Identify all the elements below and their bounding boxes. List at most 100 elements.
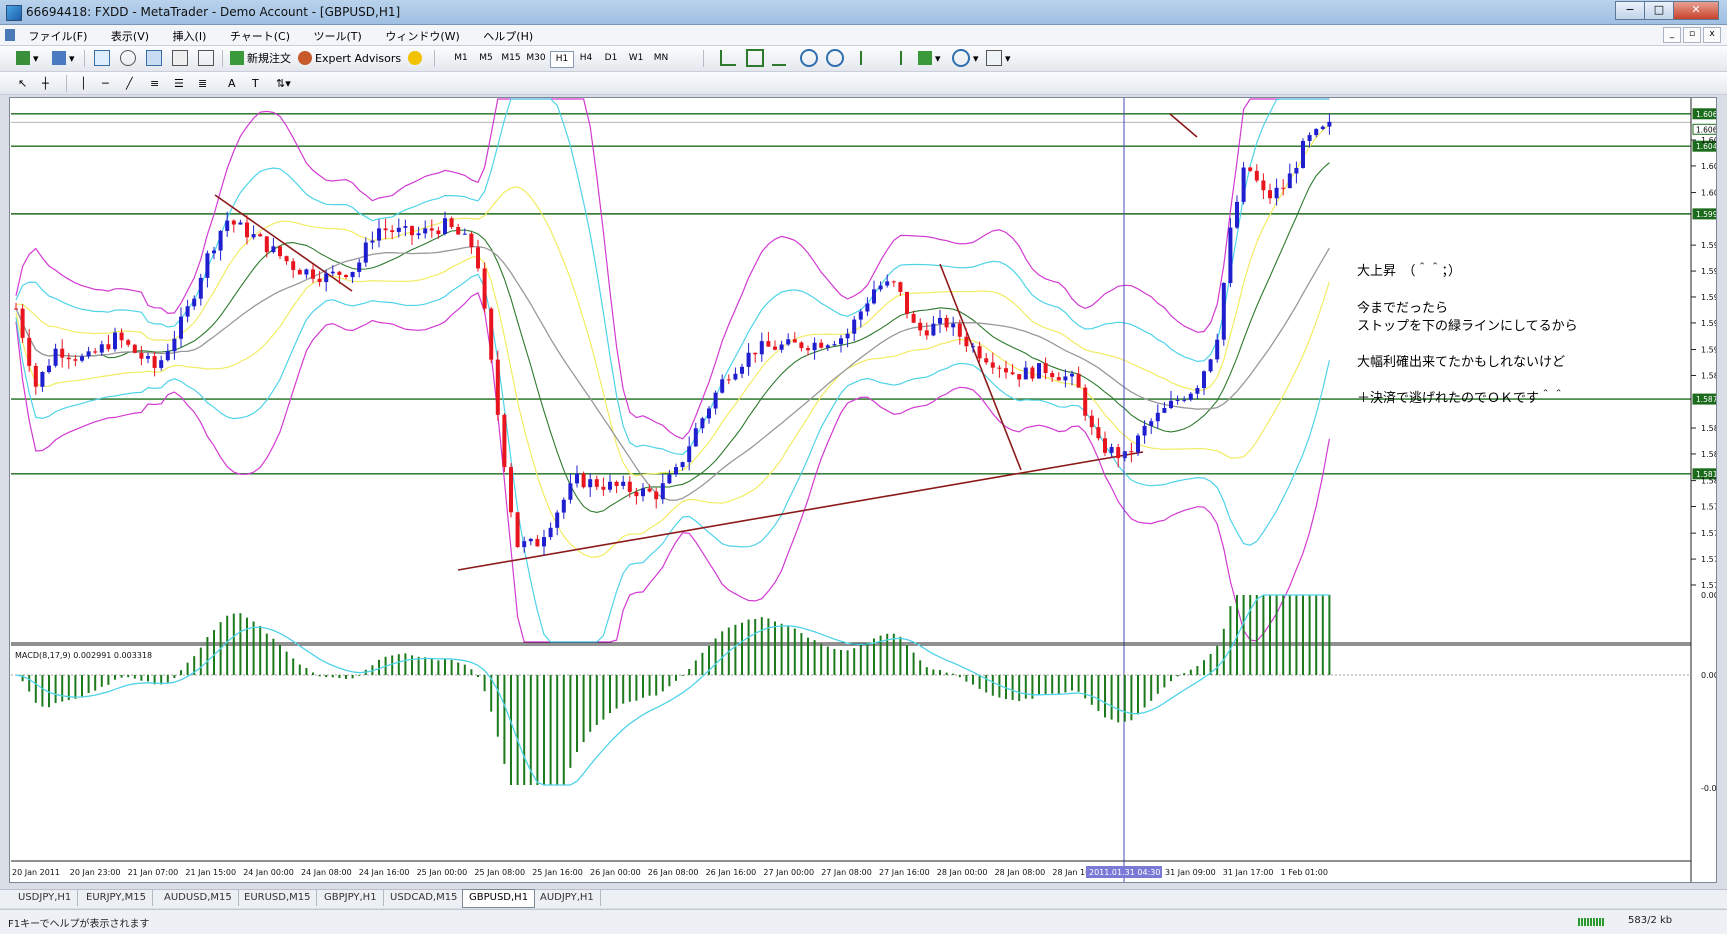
candle-body <box>865 303 870 312</box>
text-label-tool[interactable]: T <box>252 74 259 92</box>
fibonacci-fan-tool[interactable]: ≣ <box>198 74 207 92</box>
crosshair-icon <box>120 50 136 66</box>
tab-audjpy-h1[interactable]: AUDJPY,H1 <box>534 890 601 906</box>
candle-body <box>1314 129 1319 136</box>
tab-usdjpy-h1[interactable]: USDJPY,H1 <box>12 890 79 906</box>
market-watch-icon <box>94 50 110 66</box>
candle-body <box>951 323 956 328</box>
profiles-button[interactable]: ▾ <box>52 49 75 67</box>
candle-body <box>522 541 527 548</box>
time-axis-label: 31 Jan 17:00 <box>1223 868 1274 877</box>
standard-toolbar: ▾ ▾ 新規注文 Expert Advisors M1 M5 M15 M30 H… <box>0 46 1727 72</box>
annotation-line-2: 今までだったら <box>1357 300 1448 316</box>
candle-body <box>1202 371 1206 389</box>
zoom-out-button[interactable] <box>826 49 847 67</box>
candle-body <box>773 346 777 350</box>
text-tool[interactable]: A <box>228 74 236 92</box>
price-axis-label: 1.60145 <box>1701 189 1716 198</box>
candle-body <box>1301 140 1305 168</box>
candle-body <box>931 323 936 336</box>
templates-button[interactable]: ▾ <box>986 49 1011 67</box>
annotation-line-5: ＋決済で逃げれたのでＯＫです＾＾ <box>1357 389 1565 406</box>
candlestick-button[interactable] <box>746 49 767 67</box>
candle-body <box>132 344 137 353</box>
terminal-button[interactable] <box>172 49 191 67</box>
candle-body <box>1188 393 1193 400</box>
menu-view[interactable]: 表示(V) <box>101 25 159 44</box>
cursor-tool[interactable]: ↖ <box>18 74 27 92</box>
candle-body <box>1023 367 1028 380</box>
line-chart-button[interactable] <box>772 49 789 67</box>
trendline-tool[interactable]: ╱ <box>126 74 133 92</box>
candle-body <box>674 467 678 475</box>
menu-window[interactable]: ウィンドウ(W) <box>375 25 469 44</box>
candle-body <box>555 512 560 528</box>
timeframe-h4[interactable]: H4 <box>575 51 597 66</box>
mdi-restore-button[interactable]: ▫ <box>1683 27 1701 43</box>
timeframe-d1[interactable]: D1 <box>600 51 622 66</box>
equidistant-channel-tool[interactable]: ≡ <box>150 74 159 92</box>
candle-body <box>33 365 38 387</box>
minimize-button[interactable]: − <box>1615 1 1645 20</box>
macd-scale-label: -0.00638 <box>1701 784 1716 793</box>
price-axis-label: 1.59055 <box>1701 346 1716 355</box>
menu-tools[interactable]: ツール(T) <box>304 25 372 44</box>
price-axis-label: 1.59420 <box>1701 293 1716 302</box>
arrows-tool[interactable]: ⇅▾ <box>276 74 291 92</box>
maximize-button[interactable]: □ <box>1644 1 1674 20</box>
fibonacci-tool[interactable]: ☰ <box>174 74 184 92</box>
document-icon <box>5 29 15 41</box>
menu-insert[interactable]: 挿入(I) <box>163 25 217 44</box>
candle-body <box>568 483 573 500</box>
tab-audusd-m15[interactable]: AUDUSD,M15 <box>158 890 239 906</box>
tab-gbpjpy-h1[interactable]: GBPJPY,H1 <box>318 890 384 906</box>
price-axis-label: 1.58330 <box>1701 450 1716 459</box>
mdi-close-button[interactable]: x <box>1703 27 1721 43</box>
tab-eurusd-m15[interactable]: EURUSD,M15 <box>238 890 318 906</box>
periods-button[interactable]: ▾ <box>952 49 979 67</box>
close-button[interactable]: ✕ <box>1673 1 1719 20</box>
tab-usdcad-m15[interactable]: USDCAD,M15 <box>384 890 465 906</box>
new-chart-button[interactable]: ▾ <box>16 49 39 67</box>
menu-file[interactable]: ファイル(F) <box>19 25 98 44</box>
timeframe-m30[interactable]: M30 <box>525 51 547 66</box>
zoom-out-icon <box>826 49 844 67</box>
new-order-button[interactable]: 新規注文 <box>230 49 291 67</box>
candle-body <box>766 341 771 347</box>
candle-body <box>179 316 183 339</box>
chart-shift-button[interactable] <box>886 49 905 67</box>
auto-scroll-button[interactable] <box>860 49 879 67</box>
candle-body <box>1248 167 1253 171</box>
timeframe-w1[interactable]: W1 <box>625 51 647 66</box>
indicators-button[interactable]: ▾ <box>918 49 941 67</box>
timeframe-h1[interactable]: H1 <box>550 51 574 68</box>
candle-body <box>113 332 117 350</box>
timeframe-m15[interactable]: M15 <box>500 51 522 66</box>
vertical-line-tool[interactable]: │ <box>80 74 87 92</box>
tab-gbpusd-h1[interactable]: GBPUSD,H1 <box>462 889 536 908</box>
tab-eurjpy-m15[interactable]: EURJPY,M15 <box>80 890 153 906</box>
annotation-line-1: 大上昇 （＾＾；） <box>1357 262 1461 279</box>
market-watch-button[interactable] <box>94 49 113 67</box>
timeframe-m1[interactable]: M1 <box>450 51 472 66</box>
expert-advisors-button[interactable]: Expert Advisors <box>298 49 401 67</box>
timeframe-m5[interactable]: M5 <box>475 51 497 66</box>
crosshair-tool[interactable]: ┼ <box>42 74 49 92</box>
mdi-minimize-button[interactable]: _ <box>1663 27 1681 43</box>
strategy-tester-button[interactable] <box>198 49 217 67</box>
menu-help[interactable]: ヘルプ(H) <box>473 25 543 44</box>
data-window-button[interactable] <box>120 49 139 67</box>
zoom-in-button[interactable] <box>800 49 821 67</box>
menu-chart[interactable]: チャート(C) <box>220 25 300 44</box>
navigator-button[interactable] <box>146 49 165 67</box>
bar-chart-button[interactable] <box>720 49 739 67</box>
auto-scroll-icon <box>860 51 876 65</box>
options-button[interactable] <box>408 49 425 67</box>
timeframe-mn[interactable]: MN <box>650 51 672 66</box>
horizontal-line-tool[interactable]: ─ <box>102 74 109 92</box>
time-axis-label: 28 Jan 08:00 <box>995 868 1046 877</box>
candle-body <box>825 345 830 348</box>
chart-window[interactable]: 1.606921.606331.604671.599971.587111.581… <box>9 97 1727 883</box>
candle-body <box>119 332 124 341</box>
window-title: 66694418: FXDD - MetaTrader - Demo Accou… <box>26 5 401 19</box>
